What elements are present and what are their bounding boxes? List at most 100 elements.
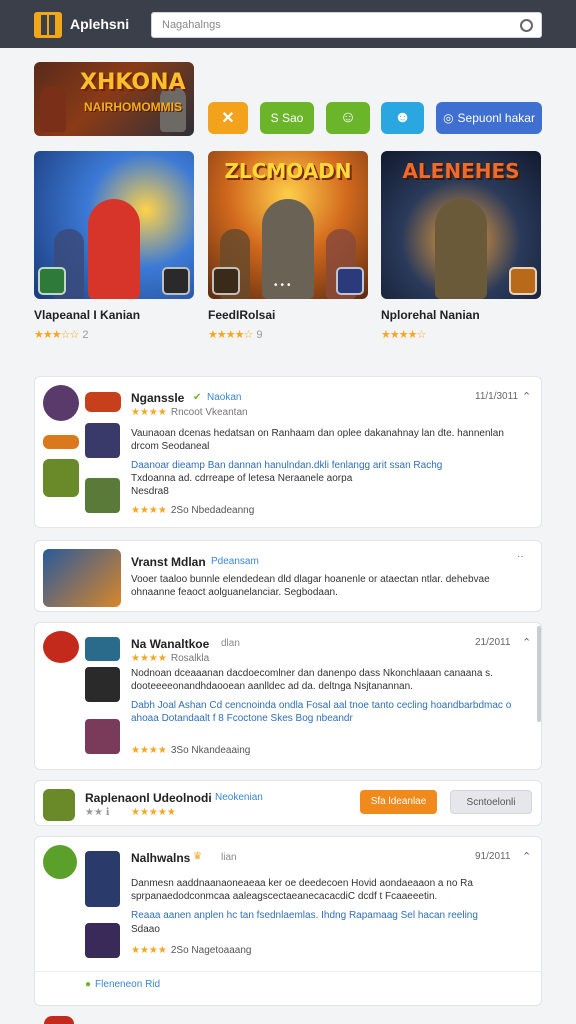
- verified-icon: ✔: [193, 392, 202, 403]
- review-thumbnail[interactable]: [85, 719, 120, 754]
- trophy-icon: ♛: [193, 851, 202, 862]
- game-thumbnail[interactable]: [43, 459, 79, 497]
- divider: [35, 971, 541, 972]
- banner-character-left: [40, 86, 66, 132]
- collapse-chevron-icon[interactable]: ⌃: [522, 636, 531, 649]
- crossed-swords-icon: [162, 267, 190, 295]
- game-rating: ★★★★☆: [381, 329, 426, 341]
- user-icon: ☻: [394, 109, 411, 126]
- game-badge-icon: [336, 267, 364, 295]
- game-logo[interactable]: [43, 631, 79, 663]
- card-art-title: ALENEHES: [402, 159, 520, 183]
- card-hero-character: [88, 199, 140, 299]
- game-logo: [43, 435, 79, 449]
- banner-subtitle: NAIRHOMOMMIS: [84, 100, 182, 114]
- review-thumbnail[interactable]: [85, 478, 120, 513]
- game-badge-icon: [212, 267, 240, 295]
- install-button[interactable]: Sfa ldeanlae: [360, 790, 437, 814]
- featured-banner[interactable]: XHKONA NAIRHOMOMMIS: [34, 62, 194, 136]
- reviewer-name[interactable]: Nganssle: [131, 391, 184, 405]
- review-text: Danmesn aaddnaanaoneaeaa ker oe deedecoe…: [131, 878, 473, 902]
- review-link-text[interactable]: Dabh Joal Ashan Cd cencnoinda ondla Fosa…: [131, 699, 527, 725]
- review-meta: ● Fleneneon Rid: [85, 979, 161, 990]
- review-thumbnail[interactable]: [85, 423, 120, 458]
- gift-button-label: S Sao: [270, 111, 304, 125]
- review-thumbnail[interactable]: [85, 667, 120, 702]
- reviewer-name[interactable]: Na Wanaltkoe: [131, 637, 209, 651]
- game-badge-icon: [509, 267, 537, 295]
- promo-tag[interactable]: Neokenian: [215, 792, 263, 803]
- game-rating: ★★★☆☆ 2: [34, 329, 89, 341]
- review-text: Vooer taaloo bunnle elendedean dld dlaga…: [131, 574, 490, 598]
- review-more-text: Sdaao: [131, 924, 160, 935]
- reviewer-tag[interactable]: lian: [221, 852, 237, 863]
- review-stars: ★★★★ Rncoot Vkeantan: [131, 407, 248, 418]
- game-logo: [85, 392, 121, 412]
- banner-title: XHKONA: [80, 70, 186, 95]
- profile-button[interactable]: ☻: [381, 102, 424, 134]
- review-hashtags: Nesdra8: [131, 486, 169, 497]
- review-stars: ★★★★ Rosalkla: [131, 653, 210, 664]
- collapse-chevron-icon[interactable]: ⌃: [522, 390, 531, 403]
- game-thumbnail[interactable]: [43, 789, 75, 821]
- review-footer: ★★★★ 2So Nagetoaaang: [131, 945, 252, 956]
- reviewer-tag[interactable]: Naokan: [207, 392, 241, 403]
- review-card: Na Wanaltkoe dlan ★★★★ Rosalkla 21/2011 ⌃…: [34, 622, 542, 770]
- game-card[interactable]: ZLCMOADN •••: [208, 151, 368, 299]
- review-date: 11/1/3011: [475, 391, 519, 402]
- top-bar: Aplehsni Nagahalngs: [0, 0, 576, 48]
- review-thumbnail[interactable]: [85, 637, 120, 661]
- scrollbar[interactable]: [537, 626, 541, 722]
- game-card[interactable]: [34, 151, 194, 299]
- review-more-text: Txdoanna ad. cdrreape of letesa Neraanel…: [131, 473, 353, 484]
- search-input[interactable]: Nagahalngs: [151, 12, 542, 38]
- reviewer-name[interactable]: Vranst Mdlan: [131, 555, 206, 569]
- search-placeholder: Nagahalngs: [162, 19, 221, 31]
- chat-icon: ◎: [443, 111, 454, 125]
- friends-icon: ☺: [339, 109, 357, 126]
- friends-button[interactable]: ☺: [326, 102, 370, 134]
- promo-rating-prefix: ★★ ℹ: [85, 807, 110, 818]
- gift-button[interactable]: S Sao: [260, 102, 314, 134]
- review-thumbnail[interactable]: [85, 923, 120, 958]
- more-options-icon[interactable]: ··: [517, 551, 524, 562]
- review-link-text[interactable]: Daanoar dieamp Ban dannan hanulndan.dkli…: [131, 459, 531, 472]
- hammer-button[interactable]: ✕: [208, 102, 248, 134]
- game-card[interactable]: ALENEHES: [381, 151, 541, 299]
- game-name[interactable]: FeedIRolsai: [208, 308, 275, 322]
- search-icon[interactable]: [520, 19, 533, 32]
- review-footer: ★★★★ 3So Nkandeaaing: [131, 745, 251, 756]
- next-item-avatar[interactable]: [44, 1016, 74, 1024]
- carousel-dots[interactable]: •••: [274, 280, 294, 291]
- game-name[interactable]: Vlapeanal I Kanian: [34, 308, 140, 322]
- promo-name[interactable]: Raplenaonl Udeolnodi: [85, 791, 212, 805]
- review-date: 91/2011: [475, 851, 511, 862]
- reviewer-name[interactable]: Nalhwalns: [131, 851, 190, 865]
- avatar[interactable]: [43, 385, 79, 421]
- avatar[interactable]: [43, 845, 77, 879]
- globe-icon: ●: [85, 979, 92, 990]
- game-thumbnail[interactable]: [43, 549, 121, 607]
- hammer-icon: ✕: [221, 110, 235, 127]
- card-hero-character: [435, 199, 487, 299]
- review-thumbnail[interactable]: [85, 851, 120, 907]
- review-footer: ★★★★ 2So Nbedadeanng: [131, 505, 255, 516]
- reviewer-tag[interactable]: dlan: [221, 638, 240, 649]
- review-link-text[interactable]: Reaaa aanen anplen hc tan fsednlaemlas. …: [131, 909, 527, 922]
- review-date: 21/2011: [475, 637, 511, 648]
- game-name[interactable]: Nplorehal Nanian: [381, 308, 480, 322]
- reviewer-tag[interactable]: Pdeansam: [211, 556, 259, 567]
- review-card: Nganssle ✔ Naokan ★★★★ Rncoot Vkeantan 11…: [34, 376, 542, 528]
- support-button[interactable]: ◎ Sepuonl hakar: [436, 102, 542, 134]
- support-button-label: Sepuonl hakar: [457, 111, 535, 125]
- collapse-chevron-icon[interactable]: ⌃: [522, 850, 531, 863]
- review-text: Vaunaoan dcenas hedatsan on Ranhaam dan …: [131, 428, 504, 452]
- app-logo-icon[interactable]: [34, 12, 62, 38]
- promo-stars: ★★★★★: [131, 807, 176, 818]
- secondary-button[interactable]: Scntoelonli: [450, 790, 532, 814]
- review-card: Nalhwalns ♛ lian 91/2011 ⌃ Danmesn aaddn…: [34, 836, 542, 1006]
- game-rating: ★★★★☆ 9: [208, 329, 263, 341]
- review-text: Nodnoan dceaaanan dacdoecomlner dan dane…: [131, 668, 493, 692]
- app-title: Aplehsni: [70, 16, 130, 32]
- card-art-title: ZLCMOADN: [224, 159, 352, 183]
